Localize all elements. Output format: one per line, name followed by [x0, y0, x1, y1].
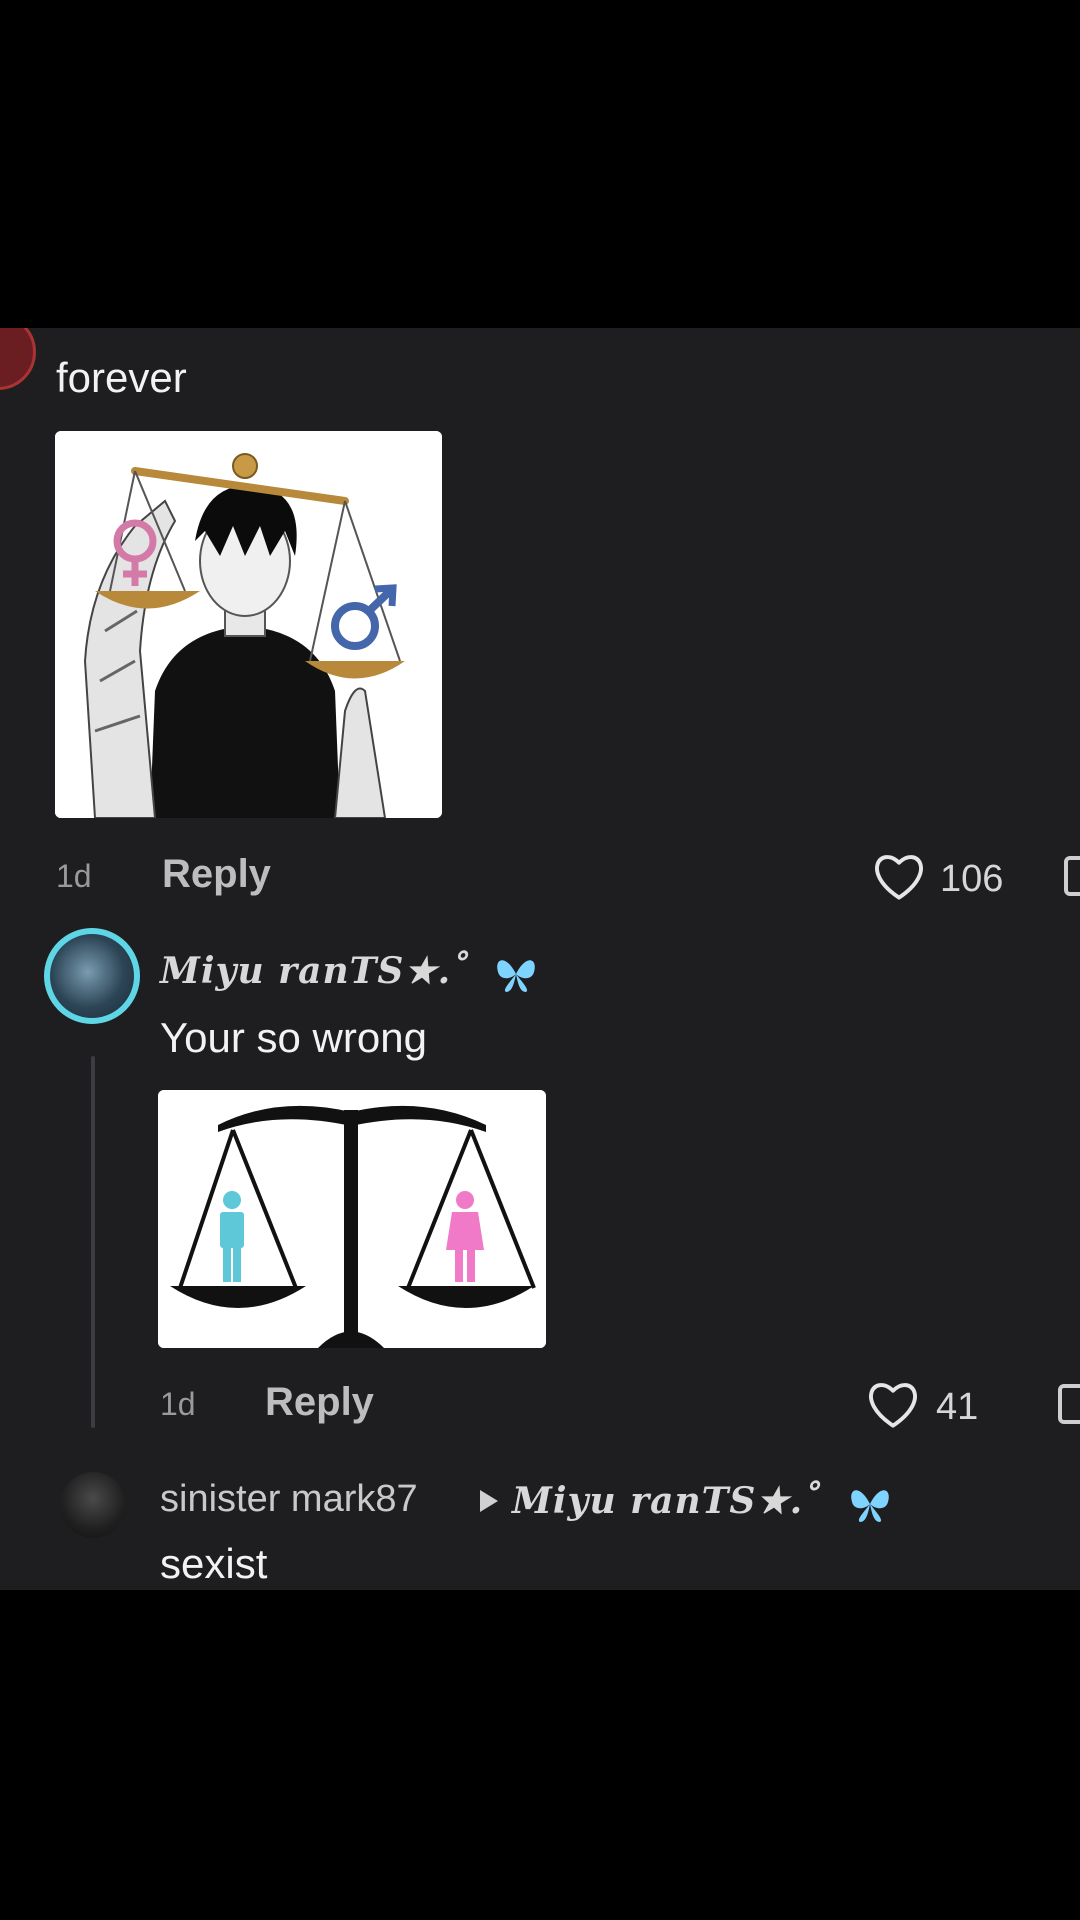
reply-button[interactable]: Reply: [162, 852, 271, 897]
heart-icon: [875, 855, 923, 900]
thread-line: [91, 1056, 95, 1428]
comments-panel: forever 1d Reply 106 Miyu ranTS★.˚ Your …: [0, 328, 1080, 1590]
dislike-icon[interactable]: [1058, 1384, 1080, 1424]
like-button[interactable]: 106: [872, 852, 1012, 904]
comment-time: 1d: [56, 858, 92, 894]
like-count: 106: [940, 858, 1004, 900]
comment-text: sexist: [160, 1540, 268, 1587]
butterfly-icon: [497, 960, 535, 992]
avatar[interactable]: [60, 1472, 126, 1538]
comment-text: Your so wrong: [160, 1014, 427, 1061]
reply-button[interactable]: Reply: [265, 1380, 374, 1425]
butterfly-icon: [851, 1490, 889, 1522]
like-button[interactable]: 41: [866, 1380, 1006, 1432]
reply-arrow-icon: [480, 1490, 498, 1512]
like-count: 41: [936, 1386, 979, 1428]
comment-text: forever: [56, 354, 187, 401]
comment-image[interactable]: [55, 431, 442, 818]
scales-character-illustration: [55, 431, 442, 818]
heart-icon: [869, 1383, 917, 1428]
username[interactable]: Miyu ranTS★.˚: [160, 950, 470, 992]
balance-scale-illustration: [158, 1090, 546, 1348]
dislike-icon[interactable]: [1064, 856, 1080, 896]
username[interactable]: sinister mark87: [160, 1478, 418, 1521]
avatar[interactable]: [44, 928, 140, 1024]
comment-image[interactable]: [158, 1090, 546, 1348]
avatar-partial[interactable]: [0, 328, 36, 390]
comment-time: 1d: [160, 1386, 196, 1422]
reply-to-username[interactable]: Miyu ranTS★.˚: [512, 1480, 822, 1522]
